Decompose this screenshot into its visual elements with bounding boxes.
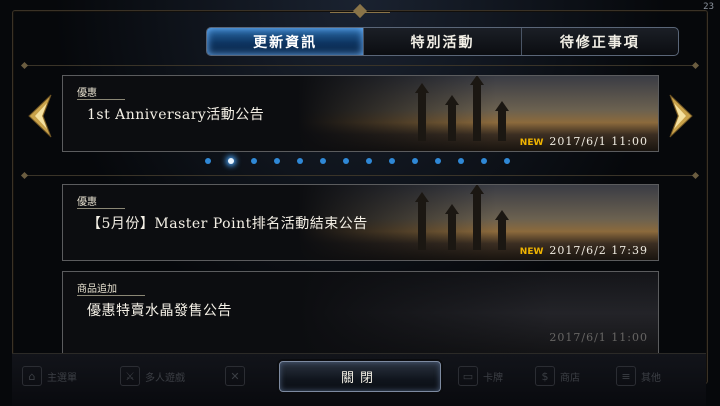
news-title: 優惠特賣水晶發售公告 [87,303,232,319]
news-title: 【5月份】Master Point排名活動結束公告 [87,216,368,232]
page-dot[interactable] [504,158,510,164]
banner-meta: NEW 2017/6/1 11:00 [520,135,648,148]
bottom-nav-label: 商店 [560,372,580,384]
page-dot[interactable] [251,158,257,164]
close-button[interactable]: 關閉 [279,361,441,392]
bottom-nav-shop[interactable]: $ 商店 [535,362,580,390]
bottom-nav-other[interactable]: ≡ 其他 [616,362,661,390]
new-badge: NEW [519,138,544,148]
page-dot[interactable] [458,158,464,164]
shop-icon: $ [535,366,555,386]
bottom-nav-label: 卡牌 [483,372,503,384]
page-dot[interactable] [274,158,280,164]
page-dot[interactable] [297,158,303,164]
news-category: 優惠 [77,193,125,209]
bottom-nav-battle[interactable]: ✕ [225,362,250,390]
page-dot[interactable] [320,158,326,164]
news-tabs: 更新資訊 特別活動 待修正事項 [206,27,679,56]
page-dot-active[interactable] [228,158,234,164]
new-badge: NEW [519,247,544,257]
divider [24,65,696,66]
prev-arrow-icon[interactable] [27,93,53,139]
page-dot[interactable] [389,158,395,164]
page-dot[interactable] [205,158,211,164]
pagination-dots [205,158,510,164]
bottom-nav-label: 主選單 [47,372,77,384]
swords-icon: ⚔ [120,366,140,386]
tab-special-events[interactable]: 特別活動 [364,28,522,55]
banner-title: 1st Anniversary活動公告 [87,107,265,123]
bottom-nav-cards[interactable]: ▭ 卡牌 [458,362,503,390]
tab-updates[interactable]: 更新資訊 [207,28,365,55]
page-dot[interactable] [481,158,487,164]
bottom-nav-label: 其他 [641,372,661,384]
next-arrow-icon[interactable] [668,93,694,139]
news-category: 商品追加 [77,280,145,296]
menu-icon: ≡ [616,366,636,386]
bottom-nav-home[interactable]: ⌂ 主選單 [22,362,77,390]
banner-date: 2017/6/1 11:00 [549,135,648,148]
tab-known-issues[interactable]: 待修正事項 [522,28,678,55]
bottom-nav-multiplayer[interactable]: ⚔ 多人遊戲 [120,362,185,390]
news-item[interactable]: 商品追加 優惠特賣水晶發售公告 2017/6/1 11:00 [62,271,659,355]
page-dot[interactable] [412,158,418,164]
home-icon: ⌂ [22,366,42,386]
page-dot[interactable] [435,158,441,164]
banner-category: 優惠 [77,84,125,100]
news-date: 2017/6/1 11:00 [549,331,648,344]
page-dot[interactable] [366,158,372,164]
news-meta: NEW 2017/6/2 17:39 [520,244,648,257]
news-date: 2017/6/2 17:39 [549,244,648,257]
news-item[interactable]: 優惠 【5月份】Master Point排名活動結束公告 NEW 2017/6/2… [62,184,659,261]
status-clock: 23 [703,2,714,12]
featured-banner[interactable]: 優惠 1st Anniversary活動公告 NEW 2017/6/1 11:00 [62,75,659,152]
cross-icon: ✕ [225,366,245,386]
page-dot[interactable] [343,158,349,164]
bottom-nav-label: 多人遊戲 [145,372,185,384]
top-ornament [330,2,390,13]
divider [24,175,696,176]
card-icon: ▭ [458,366,478,386]
